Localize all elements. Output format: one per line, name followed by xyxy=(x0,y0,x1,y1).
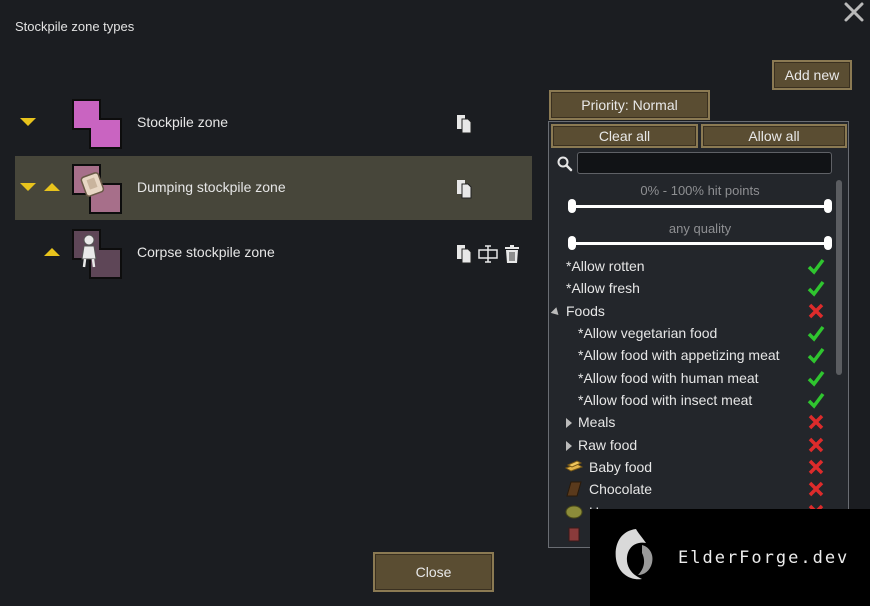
delete-icon[interactable] xyxy=(503,244,521,264)
close-icon[interactable] xyxy=(842,0,866,24)
item-label: Chocolate xyxy=(589,481,653,497)
stockpile-zone-icon xyxy=(72,99,122,149)
filter-item-baby-food[interactable]: Baby food xyxy=(549,457,839,479)
quality-max-handle[interactable] xyxy=(824,236,832,250)
quality-slider[interactable] xyxy=(573,242,827,245)
copy-icon[interactable] xyxy=(455,114,473,134)
item-label: *Allow rotten xyxy=(566,258,645,274)
dragon-logo xyxy=(615,529,653,580)
filter-item-chocolate[interactable]: Chocolate xyxy=(549,479,839,501)
copy-icon[interactable] xyxy=(455,244,473,264)
item-label: *Allow food with human meat xyxy=(578,370,759,386)
watermark-text: ElderForge.dev xyxy=(678,548,850,568)
item-label: Foods xyxy=(566,303,605,319)
check-icon[interactable] xyxy=(807,279,825,297)
thing-filter-panel: Clear all Allow all 0% - 100% hit points… xyxy=(548,121,849,548)
item-label: *Allow vegetarian food xyxy=(578,325,718,341)
collapsed-icon[interactable] xyxy=(566,441,572,451)
allow-all-button[interactable]: Allow all xyxy=(701,124,847,148)
hitpoints-min-handle[interactable] xyxy=(568,199,576,213)
copy-icon[interactable] xyxy=(455,179,473,199)
quality-min-handle[interactable] xyxy=(568,236,576,250)
hitpoints-max-handle[interactable] xyxy=(824,199,832,213)
watermark: ElderForge.dev xyxy=(590,509,870,606)
corpse-zone-icon xyxy=(72,229,122,279)
filter-category-raw-food[interactable]: Raw food xyxy=(549,435,839,457)
priority-button[interactable]: Priority: Normal xyxy=(549,90,710,120)
item-label: *Allow food with appetizing meat xyxy=(578,347,780,363)
zone-label: Corpse stockpile zone xyxy=(137,244,275,260)
priority-up-icon[interactable] xyxy=(44,183,60,191)
cross-icon[interactable] xyxy=(807,480,825,498)
filter-item-allow-fresh[interactable]: *Allow fresh xyxy=(549,278,839,300)
check-icon[interactable] xyxy=(807,324,825,342)
search-input[interactable] xyxy=(577,152,832,174)
item-label: Baby food xyxy=(589,459,653,475)
priority-down-icon[interactable] xyxy=(20,118,36,126)
check-icon[interactable] xyxy=(807,257,825,275)
filter-item-allow-rotten[interactable]: *Allow rotten xyxy=(549,256,839,278)
item-label: Meals xyxy=(578,414,616,430)
item-label: *Allow fresh xyxy=(566,280,640,296)
zone-row-corpse[interactable]: Corpse stockpile zone xyxy=(15,221,532,285)
filter-item-appetizing-meat[interactable]: *Allow food with appetizing meat xyxy=(549,345,839,367)
search-icon xyxy=(557,156,573,172)
zone-label: Dumping stockpile zone xyxy=(137,179,286,195)
item-label: *Allow food with insect meat xyxy=(578,392,753,408)
check-icon[interactable] xyxy=(807,346,825,364)
cross-icon[interactable] xyxy=(807,302,825,320)
dialog-title: Stockpile zone types xyxy=(15,19,135,34)
zone-row-stockpile[interactable]: Stockpile zone xyxy=(15,91,532,155)
zone-row-dumping[interactable]: Dumping stockpile zone xyxy=(15,156,532,220)
chocolate-icon xyxy=(566,481,582,497)
baby-food-icon xyxy=(565,460,583,472)
hay-icon xyxy=(565,505,583,519)
item-label: Raw food xyxy=(578,437,638,453)
filter-item-human-meat[interactable]: *Allow food with human meat xyxy=(549,368,839,390)
check-icon[interactable] xyxy=(807,369,825,387)
rename-icon[interactable] xyxy=(478,244,498,264)
quality-range-label: any quality xyxy=(668,221,732,236)
clear-all-button[interactable]: Clear all xyxy=(551,124,698,148)
cross-icon[interactable] xyxy=(807,436,825,454)
filter-category-meals[interactable]: Meals xyxy=(549,412,839,434)
expanded-icon[interactable] xyxy=(550,307,562,318)
filter-item-vegetarian[interactable]: *Allow vegetarian food xyxy=(549,323,839,345)
dumping-zone-icon xyxy=(72,164,122,214)
add-new-button[interactable]: Add new xyxy=(772,60,852,90)
priority-up-icon[interactable] xyxy=(44,248,60,256)
book-icon xyxy=(568,527,580,542)
priority-down-icon[interactable] xyxy=(20,183,36,191)
filter-category-foods[interactable]: Foods xyxy=(549,301,839,323)
close-button[interactable]: Close xyxy=(373,552,494,592)
check-icon[interactable] xyxy=(807,391,825,409)
hitpoints-range-label: 0% - 100% hit points xyxy=(640,183,760,198)
zone-label: Stockpile zone xyxy=(137,114,229,130)
filter-item-insect-meat[interactable]: *Allow food with insect meat xyxy=(549,390,839,412)
hitpoints-slider[interactable] xyxy=(573,205,827,208)
cross-icon[interactable] xyxy=(807,413,825,431)
collapsed-icon[interactable] xyxy=(566,418,572,428)
cross-icon[interactable] xyxy=(807,458,825,476)
